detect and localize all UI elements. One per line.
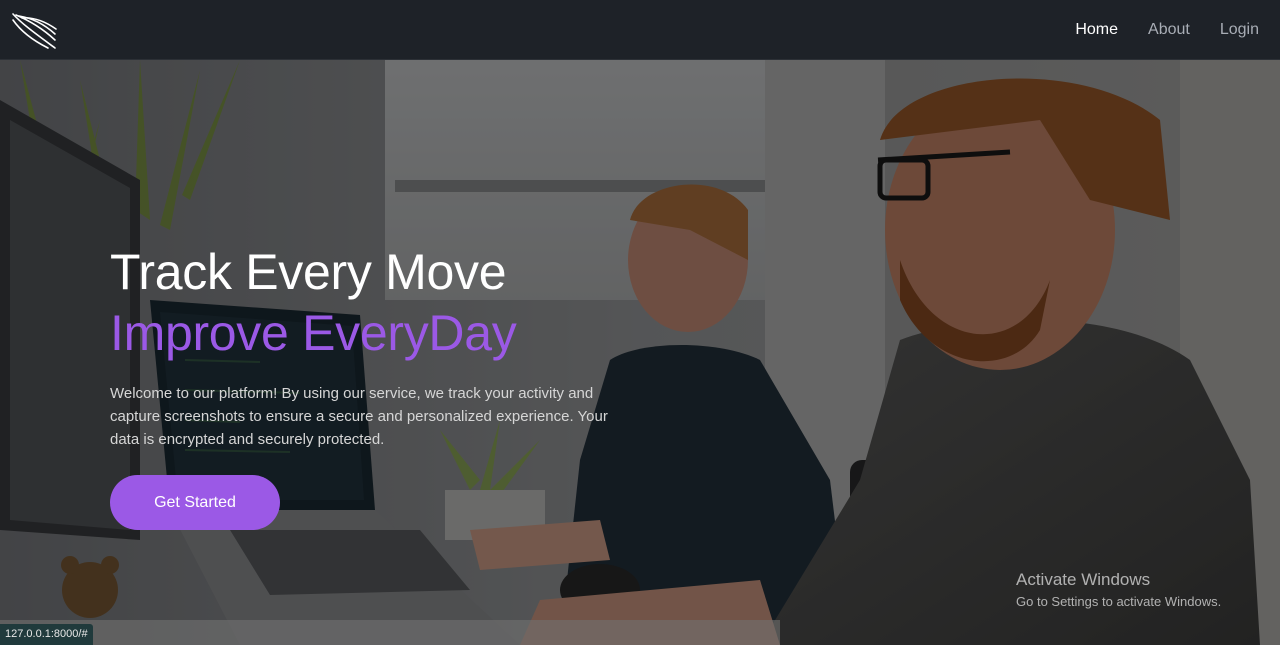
activate-subtitle: Go to Settings to activate Windows.	[1016, 594, 1222, 609]
hero-subtitle: Improve EveryDay	[110, 305, 517, 361]
get-started-button[interactable]: Get Started	[110, 475, 280, 530]
status-bar-url: 127.0.0.1:8000/#	[0, 624, 93, 645]
hero-section: Track Every Move Improve EveryDay Welcom…	[0, 60, 1280, 645]
windows-activation-watermark: Activate Windows Go to Settings to activ…	[1016, 570, 1221, 609]
hero-description: Welcome to our platform! By using our se…	[110, 385, 608, 448]
nav-login-link[interactable]: Login	[1220, 21, 1259, 39]
top-navbar: Home About Login	[0, 0, 1280, 60]
nav-links: Home About Login	[1045, 0, 1259, 59]
brand-logo[interactable]	[10, 10, 58, 50]
hero-title: Track Every Move	[110, 244, 507, 300]
nav-home-link[interactable]: Home	[1075, 21, 1118, 39]
hero-content: Track Every Move Improve EveryDay Welcom…	[110, 244, 630, 530]
activate-title: Activate Windows	[1016, 570, 1151, 589]
wing-feather-icon	[12, 12, 57, 49]
nav-about-link[interactable]: About	[1148, 21, 1190, 39]
